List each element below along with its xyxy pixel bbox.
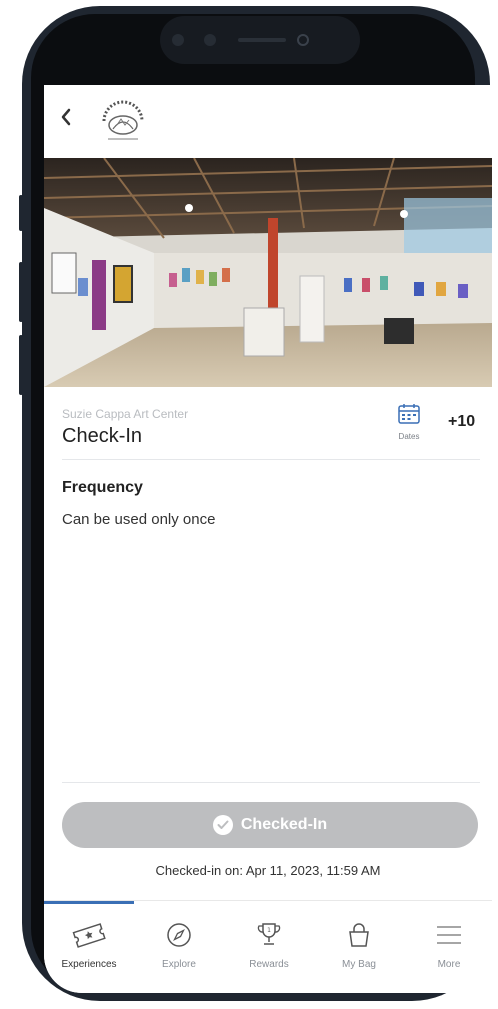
check-circle-icon bbox=[212, 815, 233, 835]
checked-in-button[interactable]: Checked-In bbox=[62, 802, 478, 848]
venue-photo bbox=[44, 158, 492, 387]
app-header bbox=[44, 85, 492, 157]
active-tab-indicator bbox=[44, 901, 134, 904]
south-dakota-logo bbox=[96, 95, 150, 149]
bag-icon bbox=[314, 917, 404, 953]
tab-label: Explore bbox=[162, 959, 196, 970]
compass-icon bbox=[134, 917, 224, 953]
tab-explore[interactable]: Explore bbox=[134, 917, 224, 970]
phone-notch bbox=[160, 16, 360, 64]
dates-label: Dates bbox=[398, 432, 420, 441]
tab-label: More bbox=[437, 959, 461, 970]
trophy-icon: 1 bbox=[224, 917, 314, 953]
checked-in-timestamp: Checked-in on: Apr 11, 2023, 11:59 AM bbox=[155, 863, 381, 878]
ticket-icon bbox=[44, 917, 134, 953]
phone-side-button bbox=[19, 195, 23, 231]
phone-volume-up bbox=[19, 262, 23, 322]
tab-my-bag[interactable]: My Bag bbox=[314, 917, 404, 970]
tab-more[interactable]: More bbox=[404, 917, 492, 970]
points-value: +10 bbox=[448, 413, 476, 430]
experience-title: Check-In bbox=[62, 425, 143, 447]
divider bbox=[62, 459, 480, 460]
tab-rewards[interactable]: 1 Rewards bbox=[224, 917, 314, 970]
phone-volume-down bbox=[19, 335, 23, 395]
calendar-icon bbox=[397, 404, 421, 429]
tab-label: My Bag bbox=[342, 959, 376, 970]
tab-experiences[interactable]: Experiences bbox=[44, 917, 134, 970]
bottom-tab-bar: Experiences Explore 1 Rewards My Bag Mor… bbox=[44, 900, 492, 993]
dates-button[interactable]: Dates bbox=[394, 403, 424, 441]
frequency-heading: Frequency bbox=[62, 479, 143, 496]
menu-icon bbox=[404, 917, 492, 953]
divider bbox=[62, 782, 480, 783]
app-screen: Suzie Cappa Art Center Check-In Dates +1… bbox=[44, 85, 492, 993]
checked-in-label: Checked-In bbox=[240, 816, 328, 833]
venue-name: Suzie Cappa Art Center bbox=[62, 407, 189, 421]
svg-text:1: 1 bbox=[267, 927, 271, 934]
tab-label: Rewards bbox=[249, 959, 289, 970]
frequency-text: Can be used only once bbox=[62, 511, 216, 528]
tab-label: Experiences bbox=[61, 959, 117, 970]
chevron-left-icon[interactable] bbox=[60, 107, 72, 132]
